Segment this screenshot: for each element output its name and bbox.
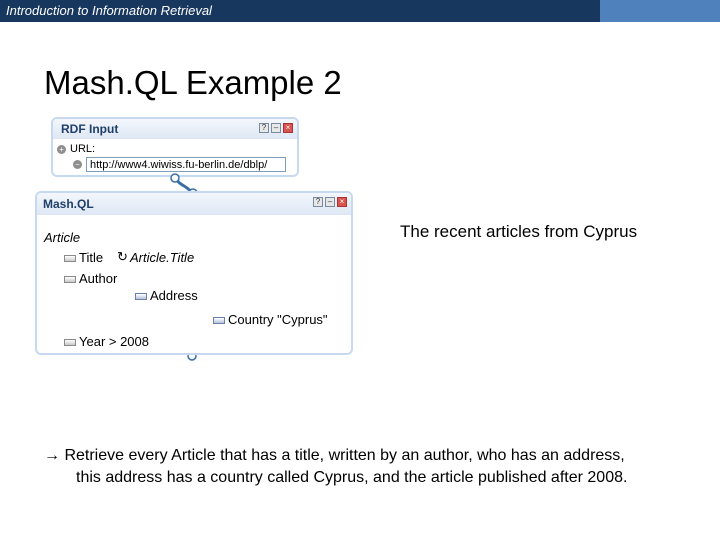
property-icon <box>64 276 76 283</box>
property-icon <box>64 339 76 346</box>
refresh-icon[interactable]: ↻ <box>117 249 128 265</box>
property-icon <box>135 293 147 300</box>
minimize-icon[interactable]: – <box>325 197 335 207</box>
mashql-panel: Mash.QL ? – × Article Title ↻ Article.Ti… <box>35 191 353 355</box>
explanation-line-2: this address has a country called Cyprus… <box>76 469 628 486</box>
help-icon[interactable]: ? <box>313 197 323 207</box>
property-year[interactable]: Year > 2008 <box>79 334 149 349</box>
explanation-text: → Retrieve every Article that has a titl… <box>44 445 714 489</box>
property-title[interactable]: Title <box>79 250 103 265</box>
close-icon[interactable]: × <box>337 197 347 207</box>
mashql-panel-buttons: ? – × <box>313 197 347 207</box>
mashql-panel-title: Mash.QL <box>43 197 94 211</box>
mashql-panel-header: Mash.QL ? – × <box>37 193 351 215</box>
property-country[interactable]: Country "Cyprus" <box>228 312 328 327</box>
query-subject[interactable]: Article <box>44 230 80 245</box>
property-icon <box>213 317 225 324</box>
property-address[interactable]: Address <box>150 288 198 303</box>
explanation-line-1: Retrieve every Article that has a title,… <box>64 447 625 464</box>
arrow-right-icon: → <box>44 447 60 464</box>
object-article-title[interactable]: Article.Title <box>130 250 194 265</box>
property-author[interactable]: Author <box>79 271 117 286</box>
property-icon <box>64 255 76 262</box>
query-caption: The recent articles from Cyprus <box>400 222 638 241</box>
